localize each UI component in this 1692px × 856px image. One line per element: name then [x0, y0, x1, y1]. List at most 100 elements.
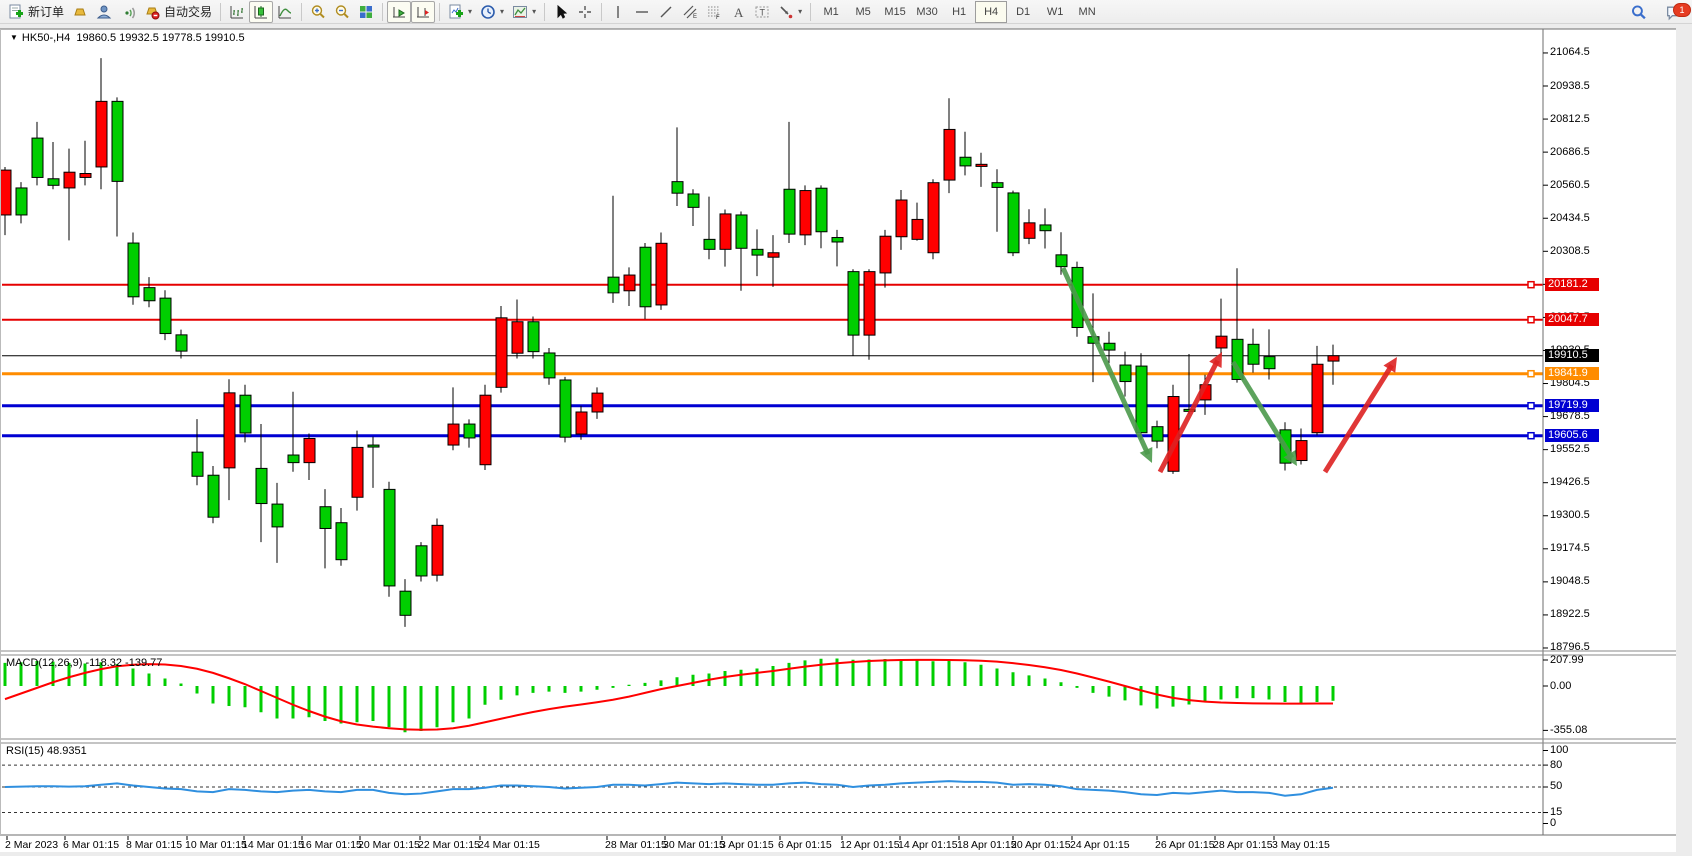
period-button[interactable]: ▾: [476, 1, 508, 23]
macd-hist-bar: [532, 686, 535, 693]
macd-hist-bar: [820, 659, 823, 686]
timeframe-m15-button[interactable]: M15: [879, 1, 911, 23]
macd-hist-bar: [1076, 686, 1079, 688]
line-handle[interactable]: [1528, 371, 1534, 377]
fibonacci-button[interactable]: F: [702, 1, 726, 23]
hline-button[interactable]: [630, 1, 654, 23]
candle-body: [752, 249, 763, 255]
candle-body: [272, 504, 283, 527]
timeframe-m5-button[interactable]: M5: [847, 1, 879, 23]
new-chart-button[interactable]: ▾: [444, 1, 476, 23]
line-handle[interactable]: [1528, 317, 1534, 323]
candle-body: [1264, 357, 1275, 369]
crosshair-button[interactable]: [573, 1, 597, 23]
macd-hist-bar: [804, 660, 807, 686]
candle-body: [352, 447, 363, 497]
new-order-icon: [8, 4, 24, 20]
macd-hist-bar: [388, 686, 391, 727]
macd-hist-bar: [228, 686, 231, 706]
timeframe-h1-button[interactable]: H1: [943, 1, 975, 23]
timeframe-m30-button[interactable]: M30: [911, 1, 943, 23]
channel-icon: E: [682, 4, 698, 20]
channel-button[interactable]: E: [678, 1, 702, 23]
candle-body: [688, 194, 699, 207]
community-button[interactable]: [92, 1, 116, 23]
candle-body: [416, 546, 427, 576]
autotrading-button[interactable]: 自动交易: [140, 1, 216, 23]
signals-button[interactable]: [116, 1, 140, 23]
timeframe-w1-button[interactable]: W1: [1039, 1, 1071, 23]
text-button[interactable]: A: [726, 1, 750, 23]
search-icon: [1630, 4, 1647, 21]
timeframe-d1-button[interactable]: D1: [1007, 1, 1039, 23]
macd-hist-bar: [916, 660, 919, 686]
macd-hist-bar: [676, 677, 679, 686]
svg-text:E: E: [693, 14, 697, 20]
macd-hist-bar: [356, 686, 359, 722]
macd-hist-bar: [1028, 675, 1031, 686]
candle-body: [592, 393, 603, 412]
candle-body: [848, 272, 859, 335]
text-a-icon: A: [730, 4, 746, 20]
cursor-button[interactable]: [549, 1, 573, 23]
label-button[interactable]: T: [750, 1, 774, 23]
chart-line-button[interactable]: [273, 1, 297, 23]
dropdown-arrow-icon[interactable]: ▾: [500, 7, 504, 16]
macd-hist-bar: [36, 661, 39, 686]
chart-shift-button[interactable]: [411, 1, 435, 23]
candle-body: [976, 164, 987, 166]
candle-body: [48, 179, 59, 186]
candle-body: [512, 322, 523, 353]
auto-scroll-button[interactable]: [387, 1, 411, 23]
candle-body: [880, 236, 891, 273]
timeframe-m1-button[interactable]: M1: [815, 1, 847, 23]
arrows-button[interactable]: ▾: [774, 1, 806, 23]
trendline-button[interactable]: [654, 1, 678, 23]
zoom-out-button[interactable]: [330, 1, 354, 23]
candle-body: [304, 438, 315, 462]
line-chart-icon: [277, 4, 293, 20]
line-handle[interactable]: [1528, 433, 1534, 439]
dropdown-arrow-icon[interactable]: ▾: [532, 7, 536, 16]
line-handle[interactable]: [1528, 282, 1534, 288]
auto-scroll-icon: [391, 4, 407, 20]
tile-windows-button[interactable]: [354, 1, 378, 23]
candle-body: [528, 322, 539, 352]
timeframe-mn-button[interactable]: MN: [1071, 1, 1103, 23]
macd-hist-bar: [884, 659, 887, 686]
macd-hist-bar: [20, 662, 23, 686]
macd-hist-bar: [468, 686, 471, 719]
macd-hist-bar: [900, 659, 903, 686]
line-handle[interactable]: [1528, 403, 1534, 409]
candle-body: [224, 393, 235, 468]
macd-hist-bar: [244, 686, 247, 707]
chart-bars-button[interactable]: [225, 1, 249, 23]
vline-button[interactable]: [606, 1, 630, 23]
macd-hist-bar: [308, 686, 311, 717]
chat-button[interactable]: 1: [1661, 1, 1686, 23]
macd-hist-bar: [740, 670, 743, 686]
macd-hist-bar: [1044, 679, 1047, 687]
macd-hist-bar: [1316, 686, 1319, 702]
bar-chart-icon: [229, 4, 245, 20]
candle-body: [992, 183, 1003, 188]
macd-hist-bar: [1252, 686, 1255, 698]
dropdown-arrow-icon[interactable]: ▾: [468, 7, 472, 16]
timeframe-h4-button[interactable]: H4: [975, 1, 1007, 23]
dropdown-arrow-icon[interactable]: ▾: [798, 7, 802, 16]
macd-hist-bar: [100, 662, 103, 686]
candle-body: [1248, 344, 1259, 364]
macd-hist-bar: [1220, 686, 1223, 700]
chart-canvas[interactable]: [0, 0, 1692, 856]
chart-candles-button[interactable]: [249, 1, 273, 23]
macd-hist-bar: [1300, 686, 1303, 704]
search-button[interactable]: [1626, 1, 1651, 23]
candle-body: [432, 525, 443, 575]
macd-hist-bar: [196, 686, 199, 694]
macd-hist-bar: [612, 686, 615, 688]
template-button[interactable]: ▾: [508, 1, 540, 23]
new-order-button[interactable]: 新订单: [4, 1, 68, 23]
ingot-button[interactable]: [68, 1, 92, 23]
trendline-icon: [658, 4, 674, 20]
zoom-in-button[interactable]: [306, 1, 330, 23]
